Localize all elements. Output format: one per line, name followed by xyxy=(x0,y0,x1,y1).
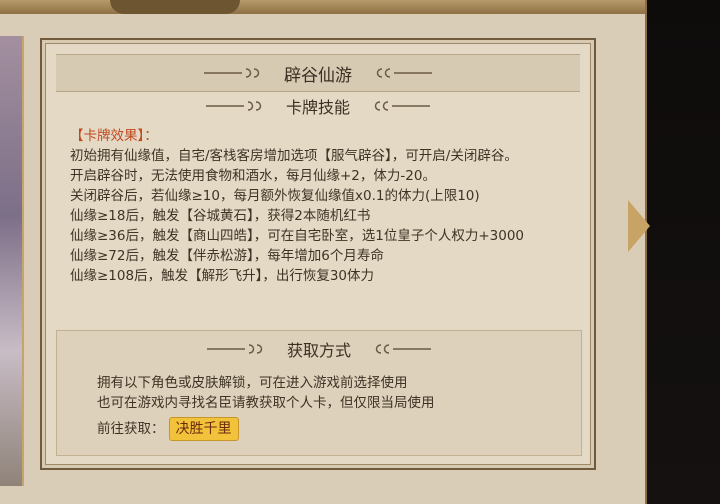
cloud-ornament-left-icon xyxy=(205,101,262,111)
goto-row: 前往获取： 决胜千里 xyxy=(97,417,567,441)
top-bar xyxy=(0,0,645,14)
cloud-ornament-left-icon xyxy=(206,344,263,354)
obtain-line: 也可在游戏内寻找名臣请教获取个人卡，但仅限当局使用 xyxy=(97,395,435,411)
skill-heading: 卡牌技能 xyxy=(285,98,350,117)
character-portrait xyxy=(0,36,24,486)
skill-line: 仙缘≥18后，触发【谷城黄石】，获得2本随机红书 xyxy=(70,208,371,224)
obtain-heading-bar: 获取方式 xyxy=(57,337,581,361)
card-detail-panel: 辟谷仙游 卡牌技能 【卡牌效果】： 初始拥有仙缘值，自宅/客栈客房增加选项【服气… xyxy=(40,38,596,470)
obtain-description: 拥有以下角色或皮肤解锁，可在进入游戏前选择使用 也可在游戏内寻找名臣请教获取个人… xyxy=(97,373,567,441)
skill-line: 初始拥有仙缘值，自宅/客栈客房增加选项【服气辟谷】，可开启/关闭辟谷。 xyxy=(70,148,518,164)
outer-frame: 辟谷仙游 卡牌技能 【卡牌效果】： 初始拥有仙缘值，自宅/客栈客房增加选项【服气… xyxy=(0,0,647,504)
cloud-ornament-right-icon xyxy=(374,101,430,111)
top-emblem xyxy=(110,0,240,14)
section-title-bar: 辟谷仙游 xyxy=(56,54,580,92)
obtain-box: 获取方式 拥有以下角色或皮肤解锁，可在进入游戏前选择使用 也可在游戏内寻找名臣请… xyxy=(56,330,582,456)
section-title: 辟谷仙游 xyxy=(284,65,352,86)
expand-arrow-icon[interactable] xyxy=(628,200,650,252)
skill-description: 【卡牌效果】： 初始拥有仙缘值，自宅/客栈客房增加选项【服气辟谷】，可开启/关闭… xyxy=(70,126,580,286)
skill-line: 仙缘≥108后，触发【解形飞升】，出行恢复30体力 xyxy=(70,268,375,284)
obtain-line: 拥有以下角色或皮肤解锁，可在进入游戏前选择使用 xyxy=(97,375,408,391)
skill-line: 仙缘≥36后，触发【商山四皓】，可在自宅卧室，选1位皇子个人权力+3000 xyxy=(70,228,524,244)
skill-line: 开启辟谷时，无法使用食物和酒水，每月仙缘+2，体力-20。 xyxy=(70,168,436,184)
skill-line: 仙缘≥72后，触发【伴赤松游】，每年增加6个月寿命 xyxy=(70,248,384,264)
goto-label: 前往获取： xyxy=(97,421,165,437)
goto-character-button[interactable]: 决胜千里 xyxy=(168,417,239,441)
skill-line: 关闭辟谷后，若仙缘≥10，每月额外恢复仙缘值x0.1的体力(上限10) xyxy=(70,188,480,204)
obtain-heading: 获取方式 xyxy=(286,341,351,360)
cloud-ornament-right-icon xyxy=(376,68,432,78)
cloud-ornament-right-icon xyxy=(375,344,431,354)
cloud-ornament-left-icon xyxy=(204,68,260,78)
skill-heading-bar: 卡牌技能 xyxy=(56,94,580,118)
effect-title: 【卡牌效果】： xyxy=(70,128,158,144)
